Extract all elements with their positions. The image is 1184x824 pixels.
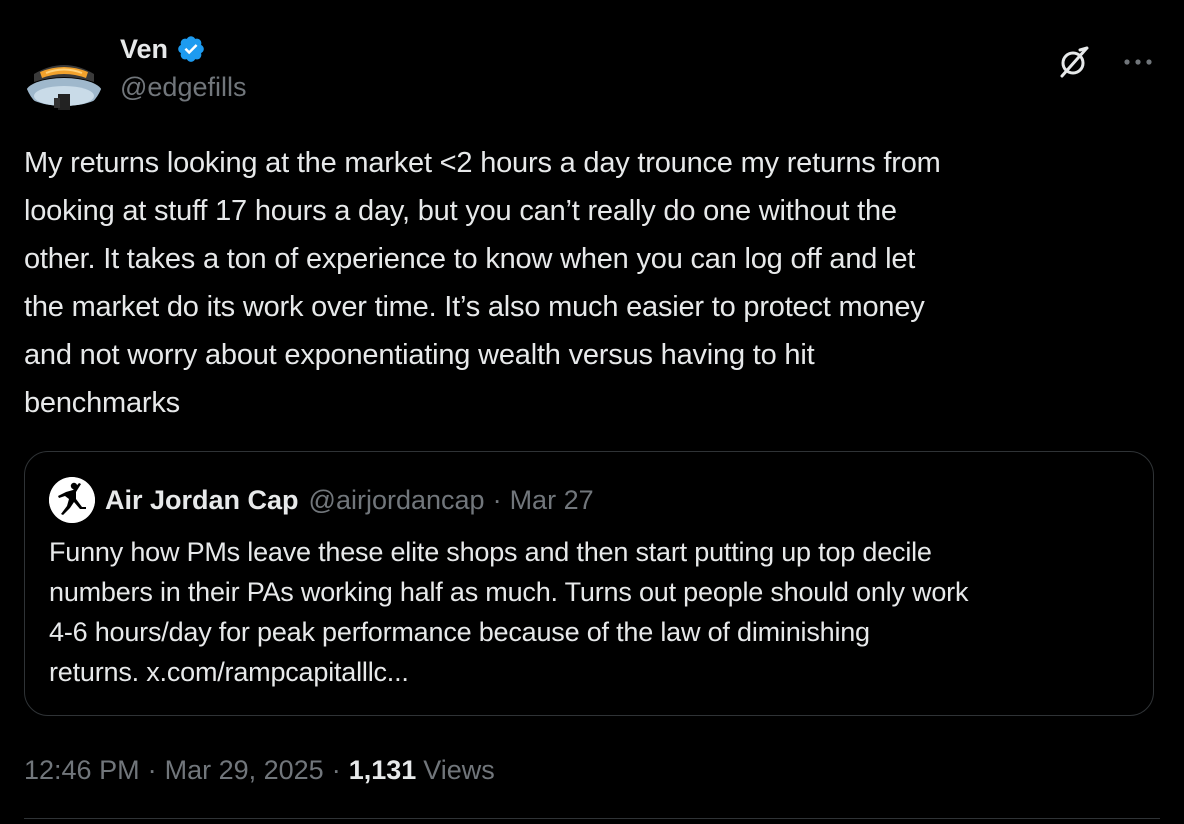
views-label: Views bbox=[423, 754, 495, 785]
divider bbox=[24, 818, 1160, 819]
verified-badge-icon[interactable] bbox=[176, 34, 206, 64]
jumpman-logo-icon bbox=[49, 477, 95, 523]
tweet-header: Ven @edgefills bbox=[24, 30, 1160, 116]
tweet-text: My returns looking at the market <2 hour… bbox=[24, 147, 941, 419]
quote-date[interactable]: Mar 27 bbox=[510, 485, 594, 516]
quote-header: Air Jordan Cap @airjordancap · Mar 27 bbox=[49, 477, 594, 523]
tweet-detail: Ven @edgefills My returns looking at the… bbox=[0, 0, 1184, 824]
more-icon bbox=[1124, 59, 1152, 65]
author-handle[interactable]: @edgefills bbox=[120, 72, 246, 103]
quote-author-avatar[interactable] bbox=[49, 477, 95, 523]
display-name-row: Ven bbox=[120, 30, 246, 68]
meta-separator-2: · bbox=[331, 754, 341, 785]
more-options-button[interactable] bbox=[1118, 42, 1158, 82]
quote-separator: · bbox=[492, 484, 502, 515]
quote-author-name[interactable]: Air Jordan Cap bbox=[105, 485, 299, 516]
tweet-meta: 12:46 PM · Mar 29, 2025 · 1,131 Views bbox=[24, 750, 495, 790]
quote-author-handle[interactable]: @airjordancap bbox=[309, 485, 485, 516]
grok-icon bbox=[1060, 46, 1089, 78]
grok-button[interactable] bbox=[1054, 42, 1094, 82]
meta-separator: · bbox=[147, 754, 157, 785]
author-names: Ven @edgefills bbox=[120, 30, 246, 103]
author-display-name[interactable]: Ven bbox=[120, 34, 168, 65]
quoted-tweet[interactable]: Air Jordan Cap @airjordancap · Mar 27 Fu… bbox=[24, 451, 1154, 716]
quote-text: Funny how PMs leave these elite shops an… bbox=[49, 537, 969, 687]
tweet-time[interactable]: 12:46 PM bbox=[24, 755, 140, 786]
author-avatar[interactable] bbox=[24, 34, 104, 114]
tweet-date[interactable]: Mar 29, 2025 bbox=[165, 755, 324, 786]
avatar-image bbox=[24, 34, 104, 114]
views-count: 1,131 bbox=[348, 754, 417, 785]
